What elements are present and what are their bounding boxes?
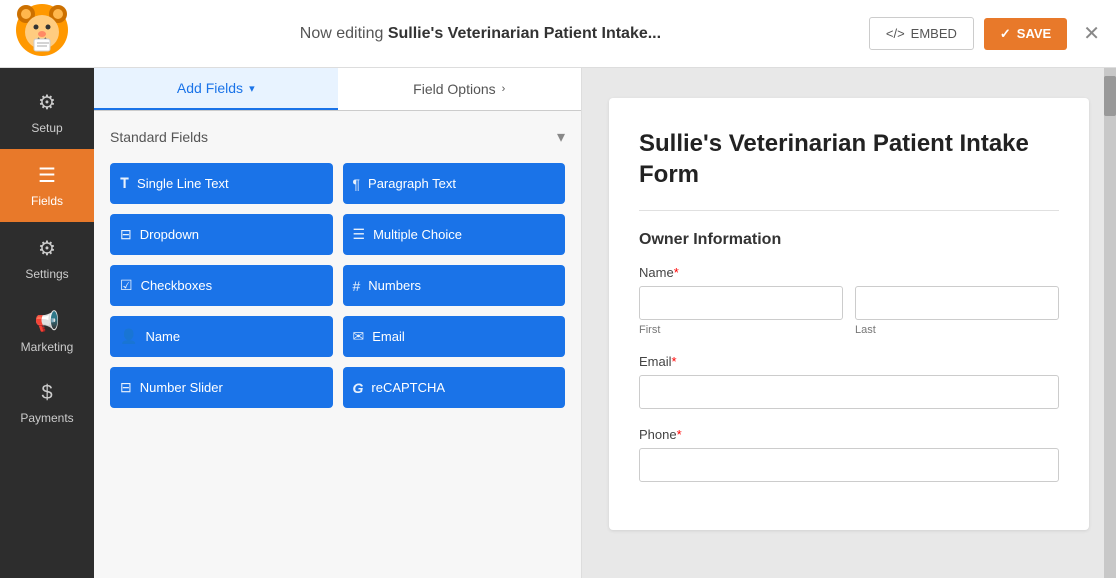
tabs-row: Add Fields ▾ Field Options › [94,68,581,111]
field-btn-email[interactable]: ✉ Email [343,316,566,357]
sidebar-label-payments: Payments [20,411,73,425]
form-divider [639,210,1059,211]
section-label: Standard Fields [110,129,208,145]
form-title: Sullie's Veterinarian Patient Intake For… [639,128,1059,190]
add-fields-arrow: ▾ [249,82,255,95]
email-icon: ✉ [353,328,365,345]
email-label: Email* [639,354,1059,369]
form-section-title: Owner Information [639,231,1059,249]
first-name-input[interactable] [639,286,843,320]
phone-required: * [677,427,682,442]
first-name-group: First [639,286,843,336]
last-name-group: Last [855,286,1059,336]
tab-field-options[interactable]: Field Options › [338,68,582,110]
close-icon: ✕ [1083,23,1100,45]
field-btn-multiple-choice[interactable]: ☰ Multiple Choice [343,214,566,255]
field-btn-dropdown[interactable]: ⊟ Dropdown [110,214,333,255]
last-name-sub-label: Last [855,324,1059,336]
checkmark-icon: ✓ [1000,26,1011,42]
name-label: Name* [639,265,1059,280]
field-label-number-slider: Number Slider [140,380,223,395]
embed-icon: </> [886,26,905,41]
field-btn-recaptcha[interactable]: G reCAPTCHA [343,367,566,408]
section-toggle-icon[interactable]: ▾ [557,127,565,147]
first-name-sub-label: First [639,324,843,336]
name-required: * [674,265,679,280]
field-btn-name[interactable]: 👤 Name [110,316,333,357]
fields-grid: 𝐓 Single Line Text ¶ Paragraph Text ⊟ Dr… [110,163,565,408]
tab-add-fields[interactable]: Add Fields ▾ [94,68,338,110]
email-input[interactable] [639,375,1059,409]
phone-label: Phone* [639,427,1059,442]
multiple-choice-icon: ☰ [353,226,366,243]
field-btn-single-line-text[interactable]: 𝐓 Single Line Text [110,163,333,204]
sidebar-label-setup: Setup [31,121,62,135]
fields-icon: ☰ [38,163,56,188]
sidebar-label-settings: Settings [25,267,68,281]
scrollbar-track[interactable] [1104,68,1116,578]
number-slider-icon: ⊟ [120,379,132,396]
field-label-name: Name [145,329,180,344]
recaptcha-icon: G [353,380,364,396]
form-card: Sullie's Veterinarian Patient Intake For… [609,98,1089,530]
sidebar-label-marketing: Marketing [21,340,74,354]
section-header: Standard Fields ▾ [110,127,565,147]
field-label-checkboxes: Checkboxes [141,278,213,293]
sidebar-item-payments[interactable]: $ Payments [0,368,94,439]
sidebar-item-fields[interactable]: ☰ Fields [0,149,94,222]
paragraph-text-icon: ¶ [353,176,361,192]
center-panel: Add Fields ▾ Field Options › Standard Fi… [94,68,582,578]
field-label-email: Email [372,329,405,344]
embed-label: EMBED [911,26,957,41]
field-label-dropdown: Dropdown [140,227,199,242]
single-line-text-icon: 𝐓 [120,175,129,192]
name-icon: 👤 [120,328,137,345]
field-btn-paragraph-text[interactable]: ¶ Paragraph Text [343,163,566,204]
name-inputs: First Last [639,286,1059,336]
app-logo [16,4,76,64]
sidebar-item-marketing[interactable]: 📢 Marketing [0,295,94,368]
top-header: Now editing Sullie's Veterinarian Patien… [0,0,1116,68]
form-field-phone: Phone* [639,427,1059,482]
save-label: SAVE [1017,26,1051,41]
form-field-name: Name* First Last [639,265,1059,336]
field-btn-checkboxes[interactable]: ☑ Checkboxes [110,265,333,306]
form-name: Sullie's Veterinarian Patient Intake... [388,25,661,42]
editing-prefix: Now editing [300,25,388,42]
form-field-email: Email* [639,354,1059,409]
sidebar: ⚙ Setup ☰ Fields ⚙ Settings 📢 Marketing … [0,68,94,578]
dropdown-icon: ⊟ [120,226,132,243]
sidebar-label-fields: Fields [31,194,63,208]
field-label-numbers: Numbers [368,278,421,293]
sidebar-item-settings[interactable]: ⚙ Settings [0,222,94,295]
last-name-input[interactable] [855,286,1059,320]
sidebar-item-setup[interactable]: ⚙ Setup [0,76,94,149]
field-btn-numbers[interactable]: # Numbers [343,265,566,306]
payments-icon: $ [41,382,52,405]
field-label-single-line-text: Single Line Text [137,176,229,191]
save-button[interactable]: ✓ SAVE [984,18,1067,50]
checkboxes-icon: ☑ [120,277,133,294]
main-layout: ⚙ Setup ☰ Fields ⚙ Settings 📢 Marketing … [0,68,1116,578]
phone-input[interactable] [639,448,1059,482]
gear-icon: ⚙ [38,90,56,115]
add-fields-label: Add Fields [177,80,243,96]
field-btn-number-slider[interactable]: ⊟ Number Slider [110,367,333,408]
header-title: Now editing Sullie's Veterinarian Patien… [92,25,869,43]
email-required: * [672,354,677,369]
fields-panel: Standard Fields ▾ 𝐓 Single Line Text ¶ P… [94,111,581,578]
numbers-icon: # [353,278,361,294]
header-actions: </> EMBED ✓ SAVE ✕ [869,17,1100,50]
close-button[interactable]: ✕ [1083,21,1100,46]
embed-button[interactable]: </> EMBED [869,17,974,50]
field-options-arrow: › [502,83,506,95]
marketing-icon: 📢 [35,309,60,334]
field-label-recaptcha: reCAPTCHA [371,380,445,395]
field-options-label: Field Options [413,81,495,97]
form-preview: Sullie's Veterinarian Patient Intake For… [582,68,1116,578]
scrollbar-thumb[interactable] [1104,76,1116,116]
field-label-multiple-choice: Multiple Choice [373,227,462,242]
settings-icon: ⚙ [38,236,56,261]
field-label-paragraph-text: Paragraph Text [368,176,456,191]
